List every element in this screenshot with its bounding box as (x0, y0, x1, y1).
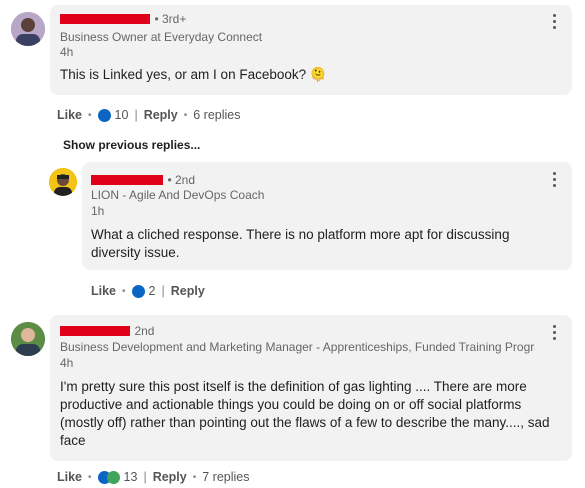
separator: | (161, 284, 165, 298)
comment-text: What a cliched response. There is no pla… (91, 227, 510, 260)
reaction-count[interactable]: 13 (124, 470, 138, 484)
separator: | (134, 108, 138, 122)
timestamp: 4h (60, 45, 74, 59)
separator-dot: • (88, 109, 92, 121)
comment-text: I'm pretty sure this post itself is the … (60, 379, 550, 448)
author-line: 2nd (60, 324, 154, 338)
more-options-icon[interactable] (553, 14, 557, 32)
like-reaction-icon[interactable] (131, 284, 145, 298)
replies-count[interactable]: 6 replies (193, 108, 240, 122)
show-previous-replies-link[interactable]: Show previous replies... (63, 138, 200, 152)
connection-degree: • 3rd+ (154, 12, 187, 26)
separator-dot: • (192, 471, 197, 483)
connection-degree: • 2nd (167, 173, 196, 187)
author-line: • 3rd+ (60, 12, 186, 26)
reaction-count[interactable]: 2 (149, 284, 156, 298)
replies-count[interactable]: 7 replies (202, 470, 249, 484)
timestamp: 1h (91, 204, 105, 218)
like-button[interactable]: Like (57, 470, 82, 484)
comment-actions: Like • 10 | Reply • 6 replies (57, 108, 241, 122)
reaction-count[interactable]: 10 (115, 108, 129, 122)
avatar[interactable] (11, 12, 45, 46)
separator: | (143, 470, 147, 484)
separator-dot: • (183, 109, 188, 121)
author-headline: Business Development and Marketing Manag… (60, 340, 535, 354)
comment-text: This is Linked yes, or am I on Facebook?… (60, 67, 327, 82)
more-options-icon[interactable] (553, 325, 557, 343)
comment-actions: Like • 13 | Reply • 7 replies (57, 470, 250, 484)
author-name-redacted[interactable] (60, 325, 130, 336)
reply-button[interactable]: Reply (171, 284, 205, 298)
reply-button[interactable]: Reply (144, 108, 178, 122)
like-reaction-icon[interactable] (97, 108, 111, 122)
separator-dot: • (88, 471, 92, 483)
reply-button[interactable]: Reply (153, 470, 187, 484)
avatar[interactable] (49, 168, 77, 196)
more-options-icon[interactable] (553, 172, 557, 190)
author-headline: LION - Agile And DevOps Coach (91, 188, 265, 202)
separator-dot: • (122, 285, 126, 297)
avatar[interactable] (11, 322, 45, 356)
like-button[interactable]: Like (91, 284, 116, 298)
author-name-redacted[interactable] (60, 13, 150, 24)
author-line: • 2nd (91, 173, 195, 187)
author-headline: Business Owner at Everyday Connect (60, 30, 263, 44)
comment-actions: Like • 2 | Reply (91, 284, 205, 298)
like-button[interactable]: Like (57, 108, 82, 122)
celebrate-reaction-icon[interactable] (106, 470, 120, 484)
author-name-redacted[interactable] (91, 174, 163, 185)
timestamp: 4h (60, 356, 74, 370)
connection-degree: 2nd (134, 324, 155, 338)
